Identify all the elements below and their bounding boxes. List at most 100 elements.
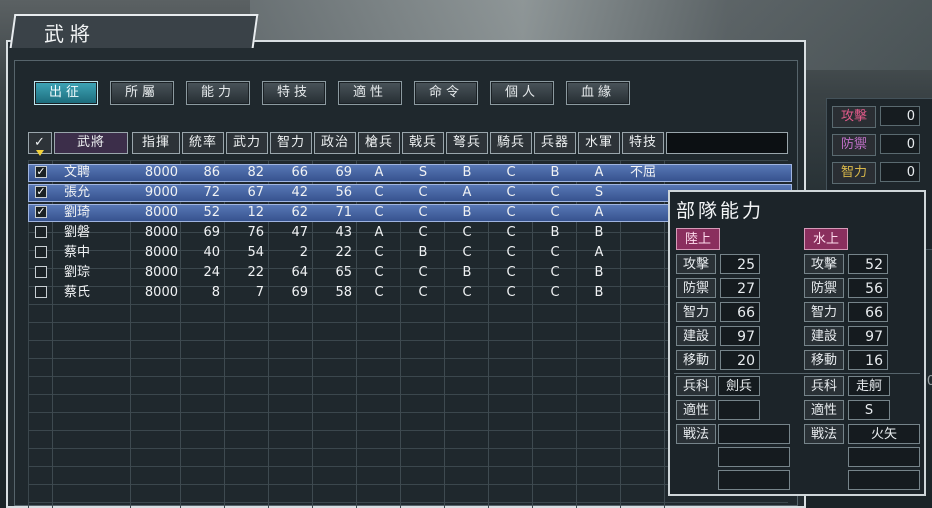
header-spear[interactable]: 槍兵 (358, 132, 400, 154)
tab-aptitude[interactable]: 適性 (338, 81, 402, 105)
cell-halberd: C (418, 205, 428, 220)
tab-order[interactable]: 命令 (414, 81, 478, 105)
cell-navy: B (594, 225, 604, 240)
tab-deploy[interactable]: 出征 (34, 81, 98, 105)
cell-command: 8000 (144, 165, 178, 180)
cell-spear: C (374, 205, 384, 220)
land-defense-value: 27 (720, 278, 760, 298)
row-checkbox[interactable] (35, 286, 47, 298)
cell-spear: C (374, 185, 384, 200)
cell-name: 文聘 (64, 165, 91, 180)
cell-pol: 43 (335, 225, 352, 240)
row-checkbox[interactable] (35, 266, 47, 278)
cell-war: 76 (247, 225, 264, 240)
tab-ability[interactable]: 能力 (186, 81, 250, 105)
cell-cav: C (506, 165, 516, 180)
cell-skill: 不屈 (629, 165, 656, 180)
popup-divider (674, 373, 920, 374)
cell-cav: C (506, 205, 516, 220)
table-row[interactable]: ✓ 文聘 8000 86 82 66 69 A S B C B A 不屈 (28, 164, 792, 182)
header-skill[interactable]: 特技 (622, 132, 664, 154)
cell-name: 蔡氏 (64, 285, 91, 300)
header-halberd[interactable]: 戟兵 (402, 132, 444, 154)
cell-pol: 65 (335, 265, 352, 280)
sea-tactic-value: 火矢 (848, 424, 920, 444)
cell-skill (622, 244, 664, 262)
cell-lead: 86 (203, 165, 220, 180)
cell-halberd: C (418, 285, 428, 300)
header-officer[interactable]: 武將 (54, 132, 128, 154)
cell-war: 22 (247, 265, 264, 280)
land-aptitude-value (718, 400, 760, 420)
land-intelligence-label: 智力 (676, 302, 716, 322)
header-intelligence[interactable]: 智力 (270, 132, 312, 154)
header-war[interactable]: 武力 (226, 132, 268, 154)
cell-bow: B (462, 265, 472, 280)
row-checkbox[interactable] (35, 246, 47, 258)
header-navy[interactable]: 水軍 (578, 132, 620, 154)
sort-arrow-icon (36, 150, 44, 156)
land-move-label: 移動 (676, 350, 716, 370)
tab-personal[interactable]: 個人 (490, 81, 554, 105)
cell-bow: B (462, 205, 472, 220)
cell-name: 蔡中 (64, 245, 91, 260)
cell-siege: B (550, 165, 560, 180)
sea-move-label: 移動 (804, 350, 844, 370)
land-tactic-slot (718, 470, 790, 490)
cell-spear: A (374, 225, 384, 240)
header-cavalry[interactable]: 騎兵 (490, 132, 532, 154)
cell-int: 69 (291, 285, 308, 300)
header-siege[interactable]: 兵器 (534, 132, 576, 154)
header-command[interactable]: 指揮 (132, 132, 180, 154)
select-all-checkbox[interactable]: ✓ (28, 132, 52, 156)
cell-command: 8000 (144, 225, 178, 240)
tab-skill[interactable]: 特技 (262, 81, 326, 105)
land-defense-label: 防禦 (676, 278, 716, 298)
tab-kinship[interactable]: 血緣 (566, 81, 630, 105)
cell-cav: C (506, 285, 516, 300)
cell-cav: C (506, 265, 516, 280)
header-politics[interactable]: 政治 (314, 132, 356, 154)
cell-int: 62 (291, 205, 308, 220)
cell-lead: 52 (203, 205, 220, 220)
cell-navy: A (594, 165, 604, 180)
cell-bow: A (462, 185, 472, 200)
bg-row-attack: 攻擊 0 (832, 106, 928, 128)
tab-affiliation[interactable]: 所屬 (110, 81, 174, 105)
land-type-label: 兵科 (676, 376, 716, 396)
land-move-value: 20 (720, 350, 760, 370)
cell-bow: B (462, 165, 472, 180)
cell-command: 9000 (144, 185, 178, 200)
cell-skill (622, 264, 664, 282)
sea-tactic-slot (848, 447, 920, 467)
row-checkbox[interactable]: ✓ (35, 166, 47, 178)
sea-aptitude-label: 適性 (804, 400, 844, 420)
land-tactic-value (718, 424, 790, 444)
cell-war: 67 (247, 185, 264, 200)
cell-cav: C (506, 185, 516, 200)
header-crossbow[interactable]: 弩兵 (446, 132, 488, 154)
cell-name: 劉琦 (64, 205, 91, 220)
cell-pol: 71 (335, 205, 352, 220)
cell-lead: 24 (203, 265, 220, 280)
cell-int: 64 (291, 265, 308, 280)
cell-int: 2 (299, 245, 308, 260)
row-checkbox[interactable]: ✓ (35, 206, 47, 218)
cell-command: 8000 (144, 205, 178, 220)
cell-siege: C (550, 245, 560, 260)
window-title: 武將 (44, 22, 96, 46)
cell-lead: 40 (203, 245, 220, 260)
cell-lead: 69 (203, 225, 220, 240)
cell-war: 54 (247, 245, 264, 260)
row-checkbox[interactable] (35, 226, 47, 238)
row-checkbox[interactable]: ✓ (35, 186, 47, 198)
cell-pol: 69 (335, 165, 352, 180)
sea-defense-label: 防禦 (804, 278, 844, 298)
cell-int: 66 (291, 165, 308, 180)
land-attack-value: 25 (720, 254, 760, 274)
land-build-value: 97 (720, 326, 760, 346)
sea-aptitude-value: S (848, 400, 890, 420)
header-leadership[interactable]: 統率 (182, 132, 224, 154)
cell-cav: C (506, 245, 516, 260)
cell-navy: B (594, 285, 604, 300)
